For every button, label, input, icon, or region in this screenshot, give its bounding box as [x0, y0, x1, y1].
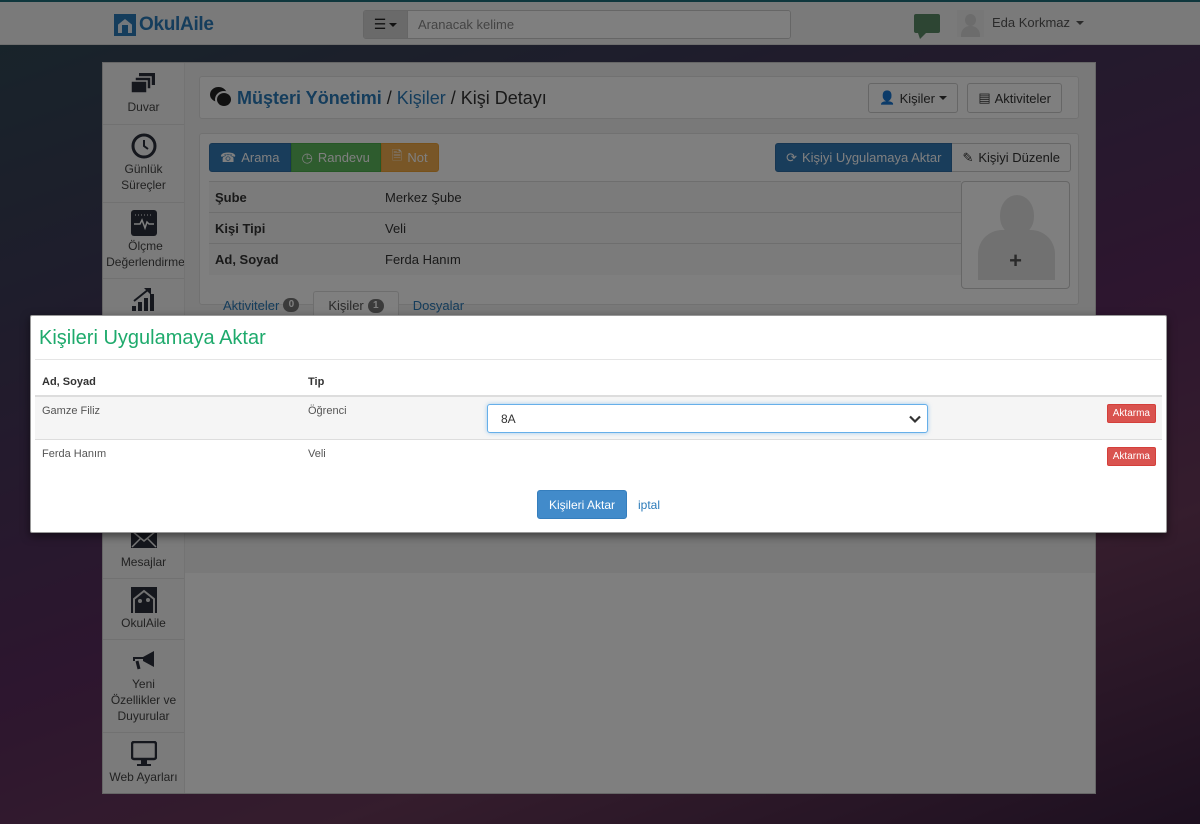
- transfer-contacts-modal: Kişileri Uygulamaya Aktar Ad, Soyad Tip …: [30, 315, 1167, 533]
- chevron-down-icon: [909, 415, 921, 424]
- table-header: Ad, Soyad Tip: [35, 368, 1162, 397]
- row-name: Ferda Hanım: [42, 448, 107, 460]
- modal-title: Kişileri Uygulamaya Aktar: [39, 327, 266, 349]
- column-header-type: Tip: [308, 375, 325, 388]
- row-type: Öğrenci: [308, 405, 347, 417]
- row-type: Veli: [308, 448, 326, 460]
- select-value: 8A: [501, 411, 516, 426]
- transfer-table: Ad, Soyad Tip Gamze Filiz Öğrenci 8A Akt…: [35, 368, 1162, 480]
- class-select[interactable]: 8A: [487, 404, 928, 433]
- column-header-name: Ad, Soyad: [42, 375, 96, 388]
- aktarma-button[interactable]: Aktarma: [1106, 447, 1156, 466]
- cancel-link[interactable]: iptal: [638, 498, 660, 512]
- table-row: Gamze Filiz Öğrenci 8A Aktarma: [35, 397, 1162, 440]
- table-row: Ferda Hanım Veli Aktarma: [35, 440, 1162, 480]
- row-name: Gamze Filiz: [42, 405, 101, 417]
- transfer-contacts-button[interactable]: Kişileri Aktar: [536, 490, 627, 519]
- divider: [35, 359, 1162, 360]
- modal-footer: Kişileri Aktar iptal: [31, 490, 1166, 519]
- aktarma-button[interactable]: Aktarma: [1106, 404, 1156, 423]
